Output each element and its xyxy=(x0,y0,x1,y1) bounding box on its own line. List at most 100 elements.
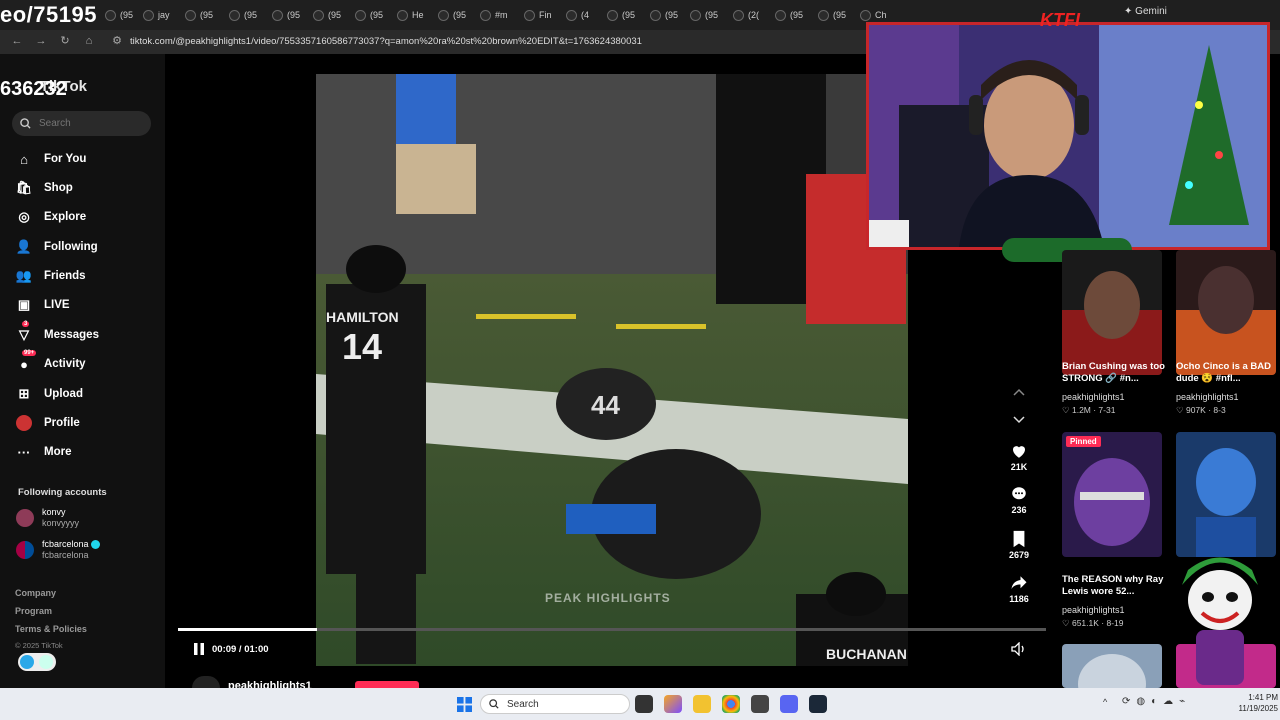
sidebar-item-live[interactable]: ▣ LIVE xyxy=(16,297,70,313)
browser-tab[interactable]: jay xyxy=(143,6,170,24)
jersey-number-left: 14 xyxy=(342,326,383,367)
sidebar-item-label: Friends xyxy=(44,270,86,282)
tab-label: jay xyxy=(158,10,170,20)
avatar xyxy=(16,509,34,527)
tab-label: He xyxy=(412,10,424,20)
video-author[interactable]: peakhighlights1 xyxy=(1062,392,1125,402)
browser-tab[interactable]: #m xyxy=(480,6,508,24)
sidebar-item-shop[interactable]: 🛍 Shop xyxy=(16,180,73,196)
browser-tab[interactable]: Fin xyxy=(524,6,552,24)
chrome-icon[interactable] xyxy=(722,695,740,713)
steam-icon[interactable] xyxy=(809,695,827,713)
shop-icon: 🛍 xyxy=(15,180,33,195)
taskbar-search[interactable]: Search xyxy=(480,694,630,714)
video-title[interactable]: Ocho Cinco is a BAD dude 😵 #nfl... xyxy=(1176,361,1280,385)
account-handle: fcbarcelona xyxy=(42,550,89,560)
like-button[interactable]: 21K xyxy=(1004,442,1034,472)
browser-tab[interactable]: (95 xyxy=(650,6,678,24)
activity-icon: ● 99+ xyxy=(20,350,37,372)
sidebar-item-for-you[interactable]: ⌂ For You xyxy=(16,151,86,167)
reload-button[interactable]: ↻ xyxy=(58,34,72,48)
search-input[interactable] xyxy=(39,118,139,129)
search-box[interactable] xyxy=(12,111,151,136)
task-view-icon[interactable] xyxy=(635,695,653,713)
sidebar-item-label: Activity xyxy=(44,358,86,370)
video-stats: ♡ 1.2M · 7-31 xyxy=(1062,405,1116,415)
browser-tab[interactable]: (95 xyxy=(229,6,257,24)
sidebar-item-upload[interactable]: ⊞ Upload xyxy=(16,386,83,402)
browser-tab[interactable]: (95 xyxy=(607,6,635,24)
comment-button[interactable]: 236 xyxy=(1004,485,1034,515)
browser-tab[interactable]: (2( xyxy=(733,6,759,24)
sidebar-item-messages[interactable]: ▽ 3 Messages xyxy=(16,321,99,343)
share-button[interactable]: 1186 xyxy=(1004,574,1034,604)
video-author[interactable]: peakhighlights1 xyxy=(1176,392,1239,402)
windows-start-icon[interactable] xyxy=(457,697,472,712)
save-button[interactable]: 2679 xyxy=(1004,530,1034,560)
sidebar-item-activity[interactable]: ● 99+ Activity xyxy=(16,350,86,372)
chevron-down-icon[interactable] xyxy=(1012,415,1026,425)
video-player[interactable]: 44 HAMILTON 14 BUCHANAN xyxy=(316,74,908,666)
video-watermark: PEAK HIGHLIGHTS xyxy=(545,591,671,605)
back-button[interactable]: ← xyxy=(10,34,24,48)
browser-tab[interactable]: (4 xyxy=(566,6,589,24)
tab-favicon-icon xyxy=(438,9,449,21)
tab-label: (95 xyxy=(622,10,636,20)
tab-label: (95 xyxy=(370,10,384,20)
footer-link-company[interactable]: Company xyxy=(15,588,56,598)
volume-icon[interactable] xyxy=(1011,642,1027,656)
stream-overlay-title: eo/75195 xyxy=(0,2,97,27)
browser-tab[interactable]: (95 xyxy=(818,6,846,24)
forward-button[interactable]: → xyxy=(34,34,48,48)
sidebar-item-explore[interactable]: ◎ Explore xyxy=(16,209,86,225)
footer-link-program[interactable]: Program xyxy=(15,606,52,616)
browser-tab[interactable]: (95 xyxy=(105,6,133,24)
app-icon[interactable] xyxy=(751,695,769,713)
copilot-icon[interactable] xyxy=(664,695,682,713)
browser-tab[interactable]: (95 xyxy=(185,6,213,24)
tab-favicon-icon xyxy=(818,9,829,21)
file-explorer-icon[interactable] xyxy=(693,695,711,713)
browser-tab[interactable]: (95 xyxy=(313,6,341,24)
tab-label: (2( xyxy=(748,10,759,20)
browser-tab[interactable]: (95 xyxy=(438,6,466,24)
sidebar-item-label: Upload xyxy=(44,388,83,400)
taskbar-clock[interactable]: 1:41 PM 11/19/2025 xyxy=(1232,692,1278,714)
video-thumbnail[interactable] xyxy=(1062,432,1162,557)
home-button[interactable]: ⌂ xyxy=(82,34,96,48)
sidebar-item-following[interactable]: 👤 Following xyxy=(16,239,98,255)
browser-tab[interactable]: (95 xyxy=(690,6,718,24)
account-item-konvy[interactable]: konvy konvyyyy xyxy=(16,507,79,529)
browser-tab[interactable]: (95 xyxy=(775,6,803,24)
video-thumbnail[interactable] xyxy=(1176,432,1276,557)
thumbnail-image xyxy=(1062,432,1162,557)
gemini-button[interactable]: ✦ Gemini xyxy=(1124,6,1167,17)
sidebar-item-friends[interactable]: 👥 Friends xyxy=(16,268,86,284)
pause-icon[interactable] xyxy=(192,642,206,656)
browser-tab[interactable]: (95 xyxy=(355,6,383,24)
tab-favicon-icon xyxy=(272,9,283,21)
webcam-overlay xyxy=(866,22,1270,250)
discord-icon[interactable] xyxy=(780,695,798,713)
app-toggle[interactable] xyxy=(18,653,56,671)
url-field[interactable]: tiktok.com/@peakhighlights1/video/755335… xyxy=(130,36,642,47)
video-thumbnail[interactable] xyxy=(1176,250,1276,375)
chevron-up-icon[interactable] xyxy=(1012,387,1026,397)
video-thumbnail[interactable] xyxy=(1062,644,1162,688)
video-title[interactable]: Brian Cushing was too STRONG 🔗 #n... xyxy=(1062,361,1166,385)
account-item-fcbarcelona[interactable]: fcbarcelona fcbarcelona xyxy=(16,539,101,561)
comment-icon xyxy=(1012,487,1026,500)
video-thumbnail[interactable] xyxy=(1062,250,1162,375)
browser-tab[interactable]: He xyxy=(397,6,424,24)
footer-link-terms[interactable]: Terms & Policies xyxy=(15,624,87,634)
jersey-number-44: 44 xyxy=(591,390,620,420)
video-title[interactable]: The REASON why Ray Lewis wore 52... xyxy=(1062,574,1166,598)
sidebar-item-profile[interactable]: Profile xyxy=(16,415,80,431)
system-tray[interactable]: ⟳◍◐☁⌁ xyxy=(1122,696,1212,710)
following-icon: 👤 xyxy=(15,239,33,254)
tray-chevron-icon[interactable]: ^ xyxy=(1103,697,1107,707)
video-author[interactable]: peakhighlights1 xyxy=(1062,605,1125,615)
sidebar-item-more[interactable]: ··· More xyxy=(16,444,72,460)
site-info-icon[interactable]: ⚙ xyxy=(110,34,124,48)
browser-tab[interactable]: (95 xyxy=(272,6,300,24)
